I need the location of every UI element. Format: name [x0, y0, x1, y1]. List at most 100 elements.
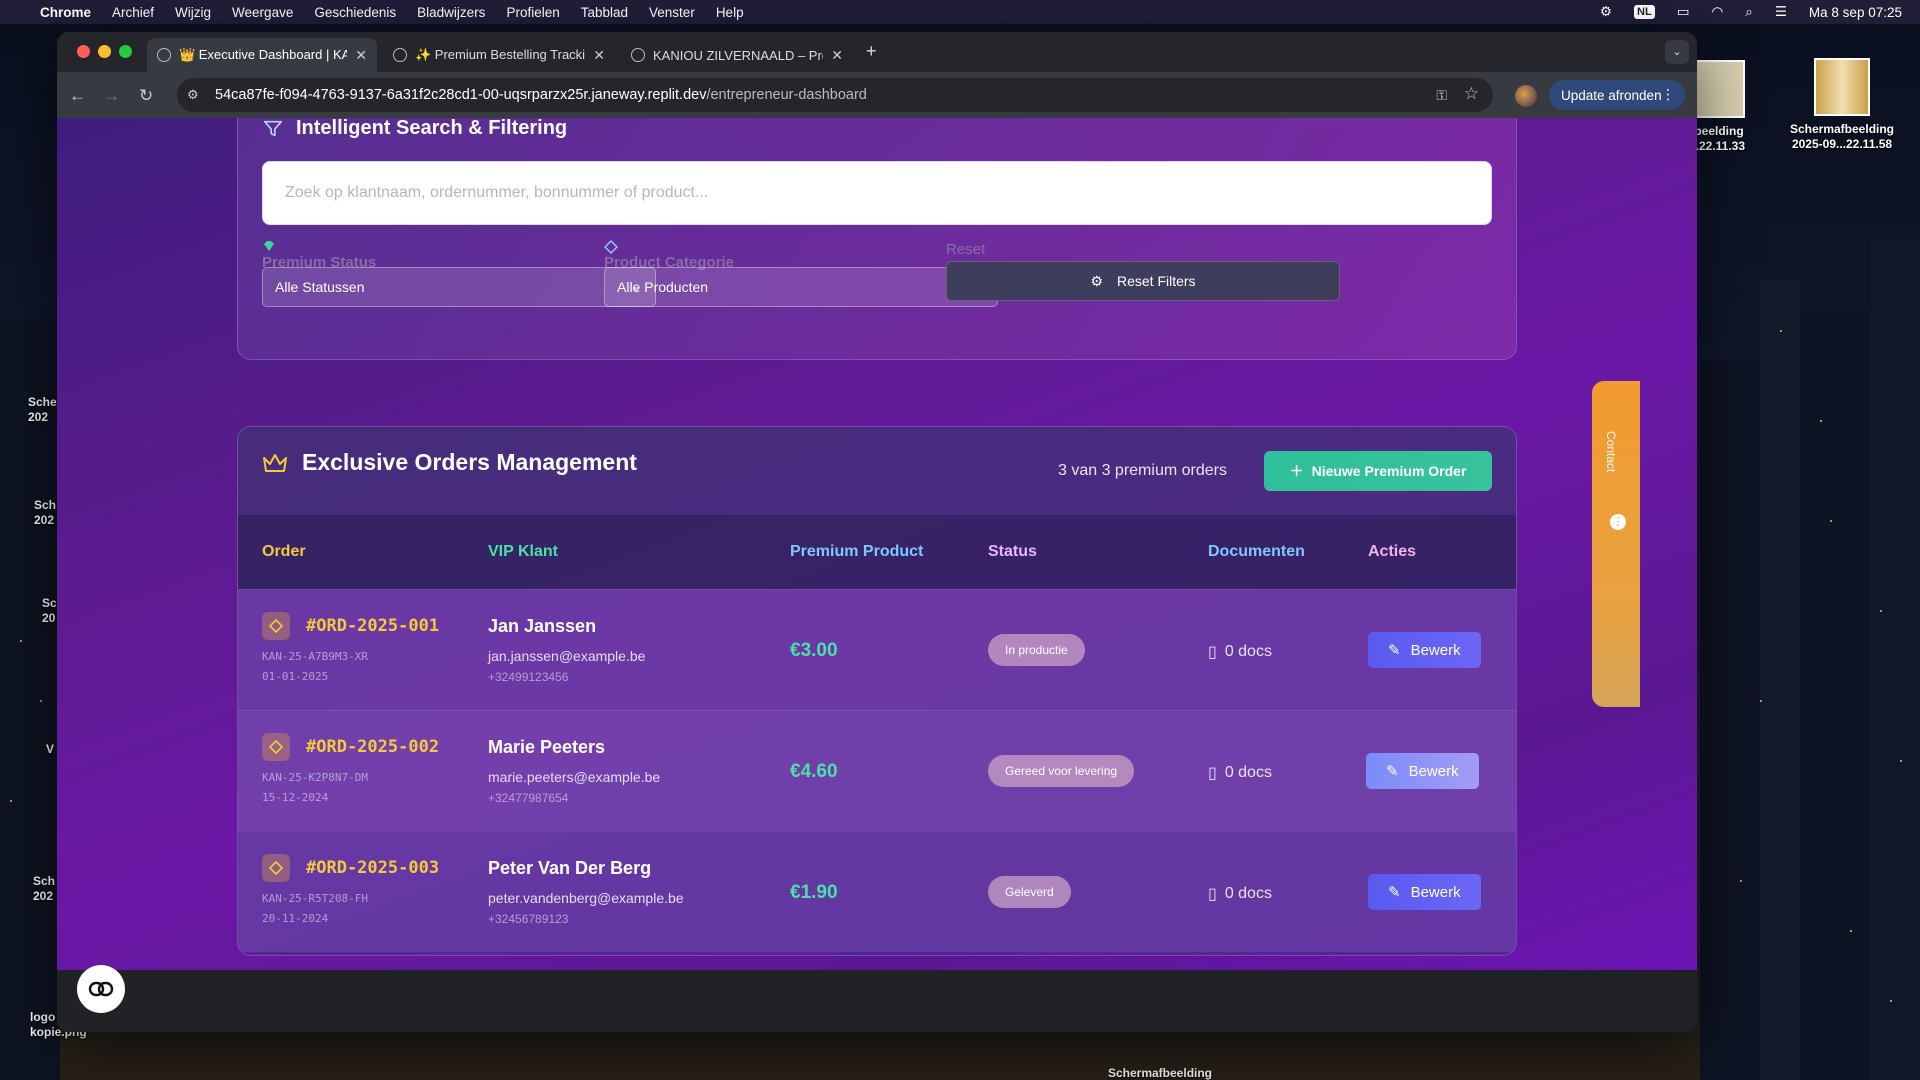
new-tab-icon[interactable]: + — [866, 41, 877, 62]
status-badge: In productie — [988, 634, 1085, 666]
filter-title: Intelligent Search & Filtering — [262, 118, 567, 140]
contact-label[interactable]: Contact — [1604, 431, 1618, 472]
battery-icon[interactable]: ▭ — [1677, 4, 1690, 20]
order-date: 15-12-2024 — [262, 791, 329, 804]
menu-venster[interactable]: Venster — [649, 5, 695, 20]
desktop-file-label[interactable]: Sche 202 — [28, 395, 58, 425]
col-premium-product[interactable]: Premium Product — [790, 543, 923, 561]
col-acties[interactable]: Acties — [1368, 543, 1416, 561]
bookmark-star-icon[interactable]: ☆ — [1464, 84, 1479, 104]
more-dots-icon[interactable]: ⋮ — [1610, 514, 1626, 530]
forward-icon[interactable]: → — [103, 86, 120, 106]
tab-title: ✨ Premium Bestelling Tracki — [415, 47, 586, 62]
globe-icon — [157, 48, 171, 62]
globe-icon — [631, 48, 645, 62]
desktop-file-label[interactable]: Sch 202 — [33, 874, 59, 904]
order-date: 20-11-2024 — [262, 912, 329, 925]
tab-executive-dashboard[interactable]: 👑 Executive Dashboard | KA ✕ — [147, 38, 377, 72]
search-input[interactable]: Zoek op klantnaam, ordernummer, bonnumme… — [262, 161, 1492, 225]
category-select[interactable]: Alle Producten⌄ — [604, 267, 998, 307]
client-name: Peter Van Der Berg — [488, 858, 652, 878]
orders-count: 3 van 3 premium orders — [1058, 462, 1227, 479]
input-language[interactable]: NL — [1634, 5, 1655, 19]
gem-icon — [264, 241, 274, 251]
document-icon: ▯ — [1208, 886, 1217, 903]
col-documenten[interactable]: Documenten — [1208, 543, 1305, 561]
replit-link-button[interactable] — [77, 965, 125, 1013]
document-icon: ▯ — [1208, 644, 1217, 661]
tab-search-icon[interactable]: ⌄ — [1665, 40, 1689, 64]
desktop-file-label[interactable]: Sch 202 — [34, 498, 58, 528]
gear-icon: ⚙ — [1090, 272, 1103, 289]
menu-archief[interactable]: Archief — [112, 5, 154, 20]
menu-help[interactable]: Help — [716, 5, 744, 20]
reset-filters-button[interactable]: ⚙ Reset Filters — [946, 261, 1340, 301]
spotlight-icon[interactable]: ⌕ — [1745, 4, 1753, 20]
menu-weergave[interactable]: Weergave — [232, 5, 293, 20]
more-icon[interactable]: ⋮ — [1661, 86, 1675, 103]
table-row[interactable]: #ORD-2025-001 KAN-25-A7B9M3-XR 01-01-202… — [238, 589, 1516, 710]
url-text[interactable]: 54ca87fe-f094-4763-9137-6a31f2c28cd1-00-… — [215, 87, 867, 103]
menu-geschiedenis[interactable]: Geschiedenis — [314, 5, 396, 20]
close-tab-icon[interactable]: ✕ — [593, 47, 605, 64]
status-select[interactable]: Alle Statussen ⌄ — [262, 267, 656, 307]
control-center-icon[interactable]: ☰ — [1775, 4, 1787, 20]
client-email: marie.peeters@example.be — [488, 769, 661, 785]
browser-window: 👑 Executive Dashboard | KA ✕ ✨ Premium B… — [57, 32, 1697, 1032]
col-order[interactable]: Order — [262, 543, 306, 561]
diamond-icon — [262, 854, 290, 882]
order-id[interactable]: #ORD-2025-001 — [306, 616, 439, 636]
contact-widget[interactable]: Contact ⋮ — [1592, 381, 1640, 707]
menu-tabblad[interactable]: Tabblad — [581, 5, 628, 20]
client-email: jan.janssen@example.be — [488, 648, 646, 664]
menu-app[interactable]: Chrome — [40, 5, 91, 20]
file-label: 2025-09...22.11.58 — [1791, 137, 1893, 151]
edit-icon: ✎ — [1388, 884, 1401, 901]
openai-icon[interactable]: ⚙ — [1600, 4, 1612, 20]
documents-count[interactable]: ▯ 0 docs — [1208, 642, 1272, 662]
order-code: KAN-25-A7B9M3-XR — [262, 650, 368, 663]
tab-kaniou[interactable]: KANIOU ZILVERNAALD – Pre ✕ — [621, 38, 853, 72]
reload-icon[interactable]: ↻ — [139, 86, 153, 106]
edit-icon: ✎ — [1386, 763, 1399, 780]
close-tab-icon[interactable]: ✕ — [831, 47, 843, 64]
orders-header: Exclusive Orders Management 3 van 3 prem… — [238, 427, 1516, 515]
documents-count[interactable]: ▯ 0 docs — [1208, 884, 1272, 904]
wifi-icon[interactable]: ◠ — [1711, 4, 1723, 20]
close-window-button[interactable] — [77, 45, 90, 58]
col-status[interactable]: Status — [988, 543, 1037, 561]
edit-button[interactable]: ✎ Bewerk — [1368, 632, 1481, 668]
order-id[interactable]: #ORD-2025-002 — [306, 737, 439, 757]
desktop-file[interactable]: Schermafbeelding 2025-09...22.11.58 — [1772, 58, 1912, 152]
edit-button[interactable]: ✎ Bewerk — [1366, 753, 1479, 789]
close-tab-icon[interactable]: ✕ — [355, 47, 367, 64]
link-icon — [88, 981, 114, 997]
profile-avatar[interactable] — [1515, 85, 1537, 107]
menu-wijzig[interactable]: Wijzig — [175, 5, 211, 20]
menu-bladwijzers[interactable]: Bladwijzers — [417, 5, 485, 20]
diamond-icon — [262, 733, 290, 761]
client-phone: +32499123456 — [488, 670, 569, 684]
tab-title: 👑 Executive Dashboard | KA — [179, 47, 348, 62]
order-id[interactable]: #ORD-2025-003 — [306, 858, 439, 878]
address-bar[interactable]: ⚙ 54ca87fe-f094-4763-9137-6a31f2c28cd1-0… — [177, 78, 1493, 112]
password-key-icon[interactable]: ⚿ — [1436, 87, 1447, 104]
dashboard-page: Intelligent Search & Filtering Zoek op k… — [57, 118, 1697, 970]
minimize-window-button[interactable] — [98, 45, 111, 58]
documents-count[interactable]: ▯ 0 docs — [1208, 763, 1272, 783]
client-name: Marie Peeters — [488, 737, 606, 757]
new-premium-order-button[interactable]: ＋ Nieuwe Premium Order — [1264, 451, 1492, 491]
menu-profielen[interactable]: Profielen — [506, 5, 559, 20]
desktop-file-label[interactable]: Schermafbeelding — [1090, 1066, 1230, 1080]
update-button[interactable]: Update afronden ⋮ — [1549, 80, 1685, 110]
site-settings-icon[interactable]: ⚙ — [187, 87, 207, 103]
tab-premium-tracking[interactable]: ✨ Premium Bestelling Tracki ✕ — [383, 38, 615, 72]
clock[interactable]: Ma 8 sep 07:25 — [1809, 5, 1902, 20]
table-row[interactable]: #ORD-2025-002 KAN-25-K2P8N7-DM 15-12-202… — [238, 710, 1516, 831]
col-vip-klant[interactable]: VIP Klant — [488, 543, 558, 561]
table-row[interactable]: #ORD-2025-003 KAN-25-R5T208-FH 20-11-202… — [238, 831, 1516, 952]
zoom-window-button[interactable] — [119, 45, 132, 58]
edit-button[interactable]: ✎ Bewerk — [1368, 874, 1481, 910]
client-phone: +32456789123 — [488, 912, 569, 926]
back-icon[interactable]: ← — [69, 86, 86, 106]
